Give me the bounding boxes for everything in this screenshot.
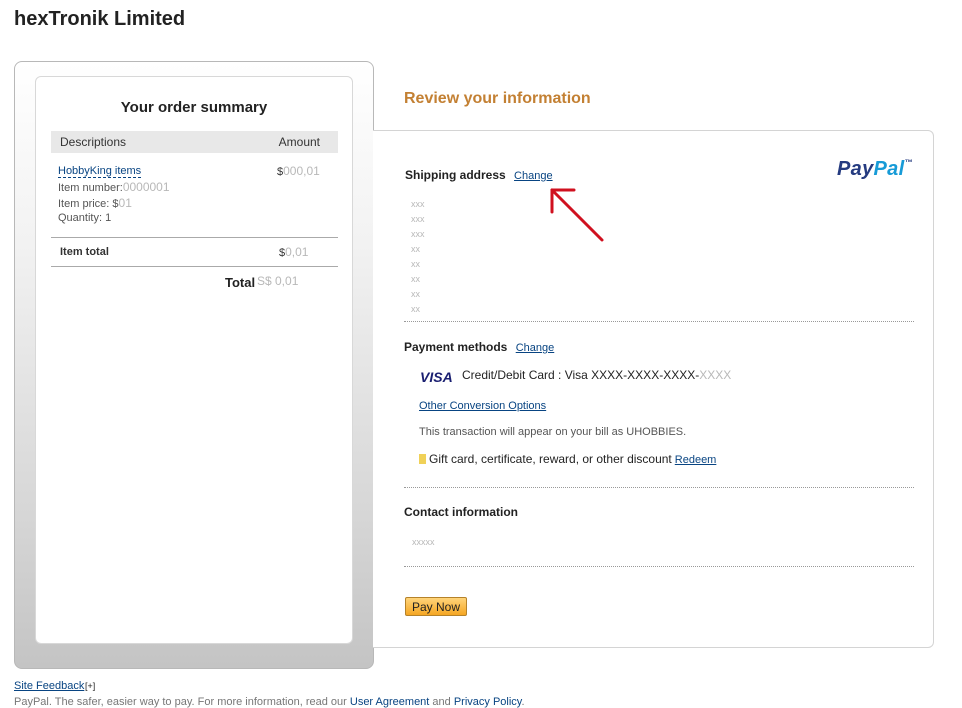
review-panel — [373, 130, 934, 648]
footer-tagline: PayPal. The safer, easier way to pay. Fo… — [14, 696, 347, 708]
divider — [51, 266, 338, 267]
footer-period: . — [521, 696, 525, 708]
privacy-policy-link[interactable]: Privacy Policy — [454, 696, 522, 708]
item-number: Item number:0000001 — [58, 180, 170, 194]
card-details-text: Credit/Debit Card : Visa XXXX-XXXX-XXXX- — [462, 368, 700, 382]
address-line: xx — [411, 259, 420, 269]
item-amount: $000,01 — [277, 164, 320, 178]
paypal-logo-pal: Pal — [873, 158, 905, 180]
section-divider — [404, 321, 914, 322]
shipping-address-heading: Shipping address — [405, 168, 506, 182]
gift-card-row: Gift card, certificate, reward, or other… — [429, 452, 716, 466]
order-summary-title: Your order summary — [120, 99, 268, 116]
footer-and: and — [432, 696, 451, 708]
item-quantity: Quantity: 1 — [58, 212, 112, 224]
address-line: xxx — [411, 214, 425, 224]
summary-table-header: Descriptions Amount — [51, 131, 338, 153]
other-conversion-options-link[interactable]: Other Conversion Options — [419, 400, 546, 412]
item-total-amount: 0,01 — [285, 245, 309, 259]
gift-card-text: Gift card, certificate, reward, or other… — [429, 452, 672, 466]
card-number-mask: XXXX — [699, 368, 732, 382]
address-line: xx — [411, 274, 420, 284]
order-summary-panel: Your order summary Descriptions Amount H… — [14, 61, 374, 669]
section-divider — [404, 566, 914, 567]
item-number-value: 0000001 — [122, 180, 170, 194]
address-line: xx — [411, 289, 420, 299]
paypal-logo-pay: Pay — [837, 158, 874, 180]
card-details: Credit/Debit Card : Visa XXXX-XXXX-XXXX-… — [462, 368, 731, 382]
pay-now-button[interactable]: Pay Now — [405, 597, 467, 616]
section-divider — [404, 487, 914, 488]
payment-change-link[interactable]: Change — [516, 342, 555, 354]
payment-methods-section: Payment methods Change — [404, 340, 554, 354]
item-number-label: Item number: — [58, 182, 123, 194]
bill-note: This transaction will appear on your bil… — [419, 426, 687, 438]
contact-information-value: xxxxx — [412, 537, 435, 547]
user-agreement-link[interactable]: User Agreement — [350, 696, 429, 708]
divider — [51, 237, 338, 238]
address-line: xxx — [411, 199, 425, 209]
item-price-label: Item price: $ — [58, 198, 119, 210]
address-line: xx — [411, 244, 420, 254]
descriptions-column-header: Descriptions — [60, 135, 127, 149]
item-total-value: $0,01 — [279, 245, 308, 259]
address-line: xxx — [411, 229, 425, 239]
item-amount-value: 000,01 — [283, 164, 320, 178]
red-arrow-icon — [550, 188, 604, 242]
shipping-address-section: Shipping address Change — [405, 168, 553, 182]
paypal-logo-tm: ™ — [904, 158, 913, 167]
order-summary-card: Your order summary Descriptions Amount H… — [35, 76, 353, 644]
item-price-value: 01 — [118, 196, 132, 210]
merchant-name: hexTronik Limited — [14, 8, 186, 30]
item-price: Item price: $01 — [58, 196, 132, 210]
total-value: S$ 0,01 — [257, 274, 299, 288]
site-feedback-link[interactable]: Site Feedback — [14, 680, 84, 692]
visa-logo-icon: VISA — [420, 369, 453, 385]
site-feedback-expand-icon[interactable]: [+] — [85, 681, 95, 691]
total-label: Total — [225, 275, 256, 290]
gift-card-icon — [419, 454, 426, 464]
footer-text: PayPal. The safer, easier way to pay. Fo… — [14, 696, 525, 708]
amount-column-header: Amount — [278, 135, 320, 149]
paypal-logo: PayPal™ — [837, 158, 913, 181]
payment-methods-heading: Payment methods — [404, 340, 508, 354]
contact-information-heading: Contact information — [404, 505, 518, 519]
redeem-link[interactable]: Redeem — [675, 454, 717, 466]
item-total-label: Item total — [60, 246, 109, 258]
address-line: xx — [411, 304, 420, 314]
review-title: Review your information — [404, 90, 591, 107]
item-name-link[interactable]: HobbyKing items — [58, 165, 142, 178]
